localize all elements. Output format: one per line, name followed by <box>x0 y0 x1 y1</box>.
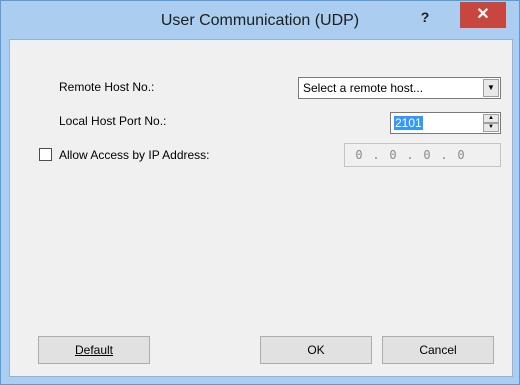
remote-host-label: Remote Host No.: <box>59 80 155 94</box>
ok-button[interactable]: OK <box>260 336 372 364</box>
ip-address-field: 0 . 0 . 0 . 0 <box>344 143 501 167</box>
title-bar[interactable]: User Communication (UDP) ? ✕ <box>1 1 519 39</box>
local-port-value[interactable]: 2101 <box>394 116 423 130</box>
spin-buttons: ▲ ▼ <box>483 114 499 132</box>
dialog-content: Remote Host No.: Select a remote host...… <box>9 39 513 377</box>
allow-ip-label: Allow Access by IP Address: <box>59 148 210 162</box>
help-button[interactable]: ? <box>403 7 447 29</box>
ip-octet-2: 0 <box>389 148 397 162</box>
default-button[interactable]: Default <box>38 336 150 364</box>
spin-down-icon[interactable]: ▼ <box>483 123 499 132</box>
local-port-spinbox[interactable]: 2101 ▲ ▼ <box>390 112 501 134</box>
ip-dot-1: . <box>372 148 380 162</box>
allow-ip-checkbox[interactable] <box>39 148 52 161</box>
close-icon: ✕ <box>476 6 490 23</box>
spin-up-icon[interactable]: ▲ <box>483 114 499 123</box>
close-button[interactable]: ✕ <box>460 2 506 28</box>
dialog-window: User Communication (UDP) ? ✕ Remote Host… <box>0 0 520 385</box>
cancel-button[interactable]: Cancel <box>382 336 494 364</box>
default-button-label: Default <box>74 343 114 357</box>
ip-octet-3: 0 <box>423 148 431 162</box>
ip-octet-4: 0 <box>457 148 465 162</box>
ip-dot-2: . <box>406 148 414 162</box>
remote-host-selected-value: Select a remote host... <box>303 81 424 95</box>
chevron-down-icon[interactable]: ▼ <box>483 79 499 97</box>
local-port-label: Local Host Port No.: <box>59 114 167 128</box>
remote-host-select[interactable]: Select a remote host... ▼ <box>298 77 501 99</box>
ip-dot-3: . <box>440 148 448 162</box>
ip-octet-1: 0 <box>355 148 363 162</box>
